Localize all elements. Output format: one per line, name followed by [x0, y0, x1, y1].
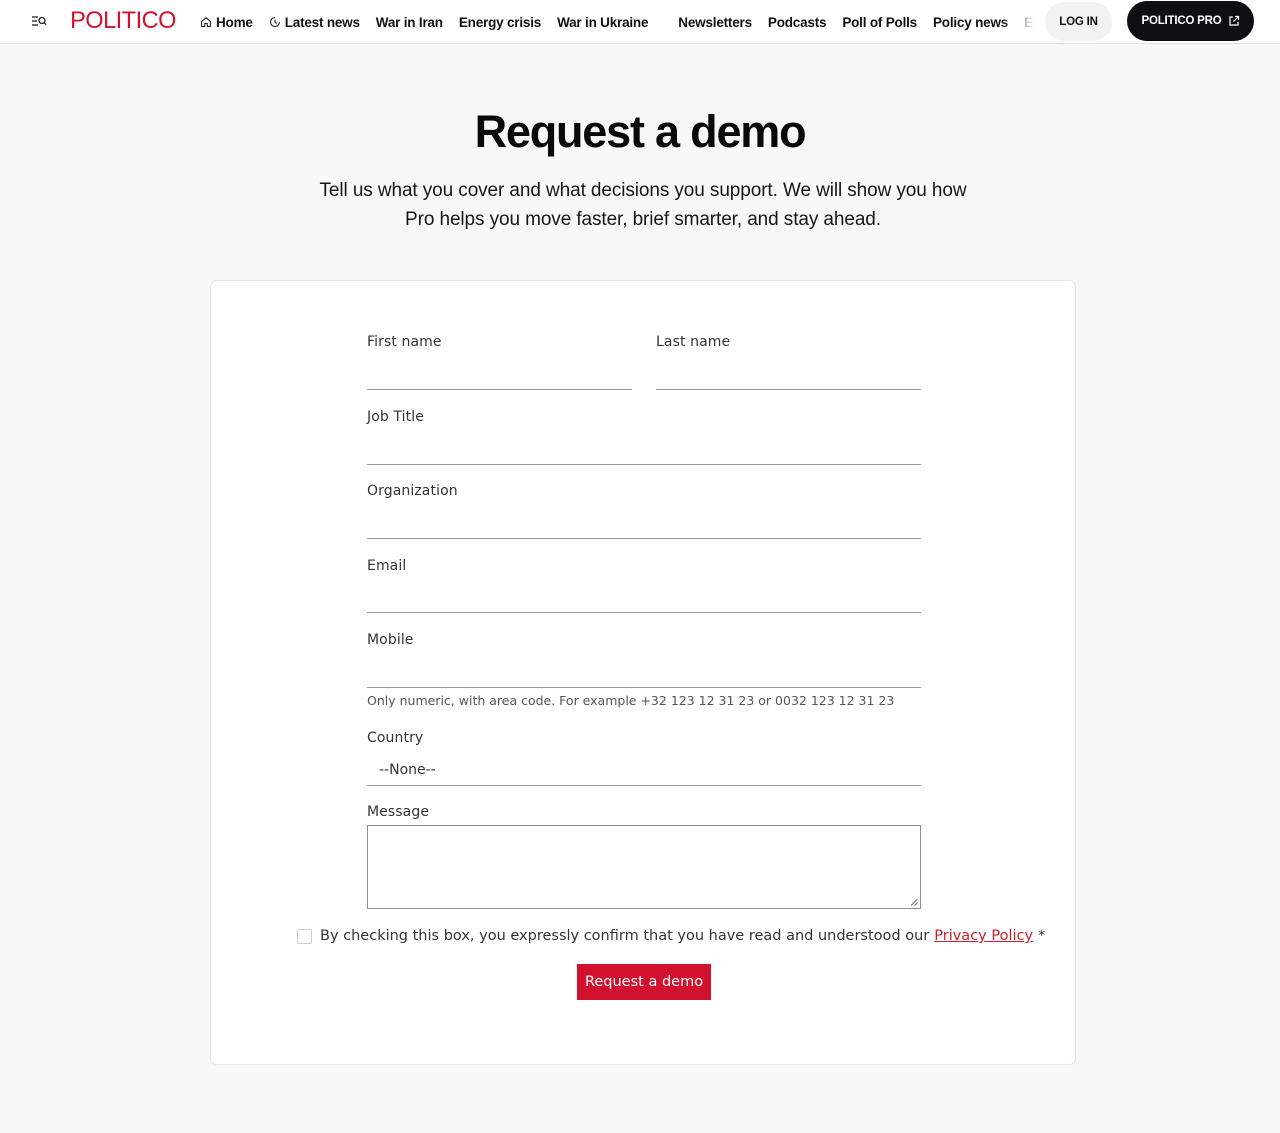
page-title: Request a demo	[474, 106, 807, 157]
privacy-policy-link[interactable]: Privacy Policy	[934, 928, 1033, 944]
first-name-label: First name	[367, 334, 442, 350]
nav-item-newsletters[interactable]: Newsletters	[678, 15, 752, 30]
politico-pro-label: POLITICO PRO	[1141, 15, 1222, 27]
consent-checkbox[interactable]	[297, 928, 312, 944]
mobile-underline	[367, 687, 921, 688]
country-selected-value: --None--	[379, 762, 436, 778]
first-name-input[interactable]	[367, 360, 632, 388]
login-button[interactable]: LOG IN	[1045, 2, 1112, 41]
nav-item-label: Home	[216, 14, 253, 30]
nav-item-policy-news[interactable]: Policy news	[933, 15, 1008, 30]
last-name-underline	[656, 389, 921, 390]
nav-item-war-in-ukraine[interactable]: War in Ukraine	[557, 15, 648, 30]
menu-search-icon-svg	[32, 16, 47, 26]
resize-grip-icon[interactable]	[910, 898, 918, 906]
job-title-input[interactable]	[367, 435, 921, 463]
organization-underline	[367, 538, 921, 539]
nav-item-label: Latest news	[284, 14, 360, 30]
mobile-input[interactable]	[367, 658, 921, 686]
clock-icon	[269, 16, 280, 28]
nav-item-podcasts[interactable]: Podcasts	[768, 15, 827, 30]
request-demo-button[interactable]: Request a demo	[577, 964, 711, 1000]
organization-label: Organization	[367, 483, 458, 499]
politico-logo[interactable]: POLITICO	[70, 7, 176, 35]
nav-item-latest-news[interactable]: Latest news	[269, 15, 360, 30]
email-label: Email	[367, 558, 407, 574]
organization-input[interactable]	[367, 509, 921, 537]
consent-text: By checking this box, you expressly conf…	[320, 928, 930, 944]
politico-pro-button[interactable]: POLITICO PRO	[1127, 1, 1254, 41]
required-mark: *	[1038, 928, 1046, 944]
page-subtitle: Tell us what you cover and what decision…	[319, 180, 967, 230]
nav-item-poll-of-polls[interactable]: Poll of Polls	[842, 15, 917, 30]
country-label: Country	[367, 730, 424, 746]
message-textarea[interactable]	[367, 825, 921, 909]
country-select[interactable]: --None--	[367, 755, 921, 785]
external-link-icon	[1228, 15, 1239, 26]
mobile-hint: Only numeric, with area code. For exampl…	[367, 693, 895, 708]
nav-item-home[interactable]: Home	[200, 15, 253, 30]
message-label: Message	[367, 804, 430, 820]
home-icon	[200, 17, 212, 28]
last-name-input[interactable]	[656, 360, 921, 388]
demo-request-form-card: First name Last name Job Title Organizat…	[210, 280, 1076, 1065]
first-name-underline	[367, 389, 632, 390]
job-title-underline	[367, 464, 921, 465]
menu-search-icon[interactable]	[30, 13, 48, 29]
main-nav: Home Latest news War in Iran Energy cris…	[200, 0, 1035, 44]
consent-row: By checking this box, you expressly conf…	[297, 926, 1045, 946]
top-navigation-bar: POLITICO Home Latest news War in Iran En…	[0, 0, 1280, 44]
country-underline	[367, 785, 921, 786]
nav-item-war-in-iran[interactable]: War in Iran	[376, 15, 443, 30]
email-input[interactable]	[367, 584, 921, 612]
job-title-label: Job Title	[367, 409, 424, 425]
nav-item-events[interactable]: Events	[1024, 15, 1035, 30]
last-name-label: Last name	[656, 334, 731, 350]
nav-item-energy-crisis[interactable]: Energy crisis	[459, 15, 541, 30]
email-underline	[367, 612, 921, 613]
mobile-label: Mobile	[367, 632, 414, 648]
